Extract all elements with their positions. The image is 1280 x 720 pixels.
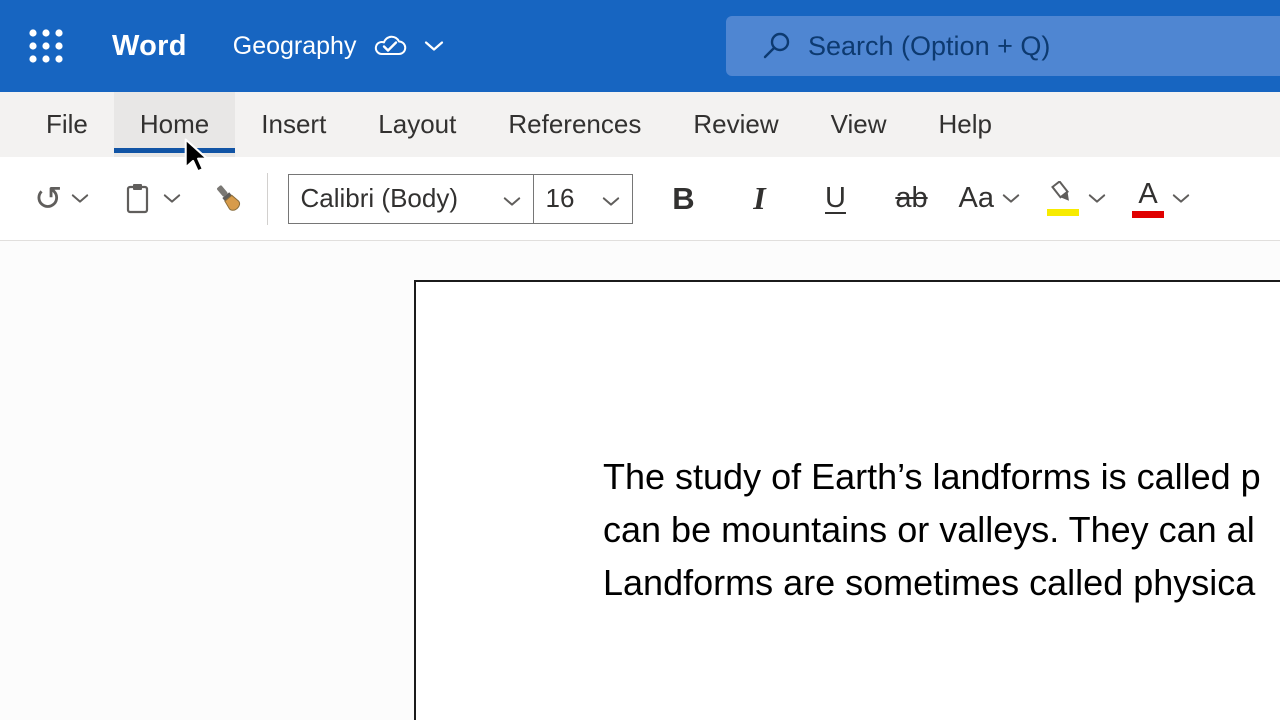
font-color-letter-icon: A xyxy=(1138,180,1157,209)
tab-file[interactable]: File xyxy=(20,92,114,157)
tab-home[interactable]: Home xyxy=(114,92,235,157)
tab-references[interactable]: References xyxy=(482,92,667,157)
app-launcher-button[interactable] xyxy=(24,24,68,68)
tab-insert[interactable]: Insert xyxy=(235,92,352,157)
paragraph-line[interactable]: can be mountains or valleys. They can al xyxy=(603,503,1261,556)
search-icon xyxy=(762,31,792,61)
bold-label: B xyxy=(672,181,694,217)
chevron-down-icon xyxy=(602,196,620,207)
document-canvas: The study of Earth’s landforms is called… xyxy=(0,241,1280,720)
search-input[interactable] xyxy=(808,31,1272,62)
document-text[interactable]: The study of Earth’s landforms is called… xyxy=(603,450,1261,609)
document-title-group[interactable]: Geography xyxy=(233,32,445,61)
chevron-down-icon xyxy=(163,193,181,204)
paste-button[interactable] xyxy=(121,182,155,216)
bold-button[interactable]: B xyxy=(659,171,709,227)
document-title-chevron-icon[interactable] xyxy=(424,40,444,52)
highlight-button[interactable] xyxy=(1046,181,1080,216)
highlighter-icon xyxy=(1046,181,1080,207)
underline-label: U xyxy=(825,182,846,215)
chevron-down-icon xyxy=(1172,193,1190,204)
paste-dropdown-button[interactable] xyxy=(163,193,181,204)
font-color-button[interactable]: A xyxy=(1132,180,1164,218)
tab-help[interactable]: Help xyxy=(912,92,1017,157)
underline-button[interactable]: U xyxy=(811,171,861,227)
chevron-down-icon xyxy=(1002,193,1020,204)
font-color-dropdown-button[interactable] xyxy=(1172,193,1190,204)
change-case-button[interactable]: Aa xyxy=(959,182,994,215)
undo-icon: ↺ xyxy=(34,182,63,216)
italic-button[interactable]: I xyxy=(735,171,785,227)
format-painter-button[interactable] xyxy=(209,180,249,218)
app-launcher-grid-icon xyxy=(27,27,65,65)
highlight-dropdown-button[interactable] xyxy=(1088,193,1106,204)
search-box[interactable] xyxy=(726,16,1280,76)
chevron-down-icon xyxy=(1088,193,1106,204)
undo-dropdown-button[interactable] xyxy=(71,193,89,204)
font-size-value: 16 xyxy=(546,183,575,214)
undo-button[interactable]: ↺ xyxy=(34,182,63,216)
tab-layout[interactable]: Layout xyxy=(352,92,482,157)
font-name-value: Calibri (Body) xyxy=(301,183,459,214)
font-color-bar xyxy=(1132,211,1164,218)
italic-label: I xyxy=(753,180,765,217)
strikethrough-label: ab xyxy=(895,182,927,215)
highlight-color-bar xyxy=(1047,209,1079,216)
strikethrough-button[interactable]: ab xyxy=(887,171,937,227)
font-size-select[interactable]: 16 xyxy=(533,174,633,224)
save-status-cloud-icon xyxy=(372,33,408,59)
paragraph-line[interactable]: Landforms are sometimes called physica xyxy=(603,556,1261,609)
app-header: Word Geography xyxy=(0,0,1280,92)
paragraph-line[interactable]: The study of Earth’s landforms is called… xyxy=(603,450,1261,503)
format-painter-icon xyxy=(209,180,249,218)
tab-view[interactable]: View xyxy=(805,92,913,157)
font-name-select[interactable]: Calibri (Body) xyxy=(288,174,534,224)
app-name[interactable]: Word xyxy=(112,30,187,63)
clipboard-icon xyxy=(121,182,155,216)
chevron-down-icon xyxy=(503,196,521,207)
change-case-dropdown-button[interactable] xyxy=(1002,193,1020,204)
change-case-label: Aa xyxy=(959,182,994,215)
toolbar-divider xyxy=(267,173,268,225)
tab-review[interactable]: Review xyxy=(667,92,804,157)
document-page[interactable]: The study of Earth’s landforms is called… xyxy=(414,280,1280,720)
chevron-down-icon xyxy=(71,193,89,204)
document-title[interactable]: Geography xyxy=(233,32,357,61)
mouse-cursor xyxy=(184,138,214,172)
